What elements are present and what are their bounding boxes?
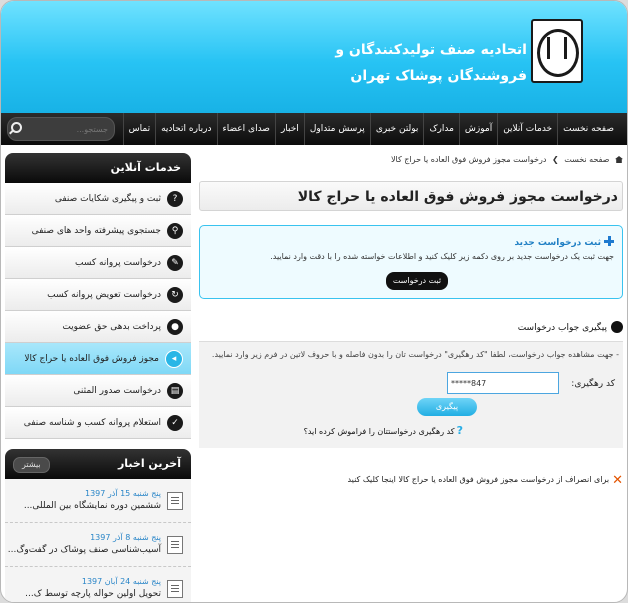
page-title: درخواست مجوز فروش فوق العاده یا حراج کال… [199, 181, 623, 211]
check-icon: ✓ [167, 414, 183, 431]
refresh-icon: ↻ [167, 286, 183, 303]
nav-items: صفحه نخست خدمات آنلاین آموزش مدارک بولتن… [122, 113, 619, 145]
news-date: پنج شنبه 8 آذر 1397 [90, 533, 161, 542]
document-icon [167, 579, 183, 598]
new-request-button[interactable]: ثبت درخواست [386, 272, 448, 290]
news-item[interactable]: پنج شنبه 8 آذر 1397 آسیب‌شناسی صنف پوشاک… [5, 523, 191, 567]
site-title: اتحادیه صنف تولیدکنندگان و فروشندگان پوش… [267, 37, 527, 89]
news-headline[interactable]: تحویل اولین حواله پارچه توسط ک... [25, 588, 161, 601]
nav-item-bulletin[interactable]: بولتن خبری [369, 113, 424, 145]
nav-item-about[interactable]: درباره اتحادیه [155, 113, 216, 145]
nav-item-faq[interactable]: پرسش متداول [303, 113, 370, 145]
plus-icon [604, 236, 614, 246]
document-icon [167, 491, 183, 510]
tracking-code-label: کد رهگیری: [571, 379, 615, 389]
track-panel: - جهت مشاهده جواب درخواست، لطفا "کد رهگی… [199, 341, 623, 448]
site-title-line2: فروشندگان پوشاک تهران [350, 68, 527, 84]
sidebar: خدمات آنلاین ? ثبت و پیگیری شکایات صنفی … [5, 153, 191, 602]
question-icon: ? [456, 424, 463, 437]
new-request-description: جهت ثبت یک درخواست جدید بر روی دکمه زیر … [270, 252, 614, 261]
nav-item-education[interactable]: آموزش [458, 113, 497, 145]
nav-item-members-voice[interactable]: صدای اعضاء [216, 113, 275, 145]
forgot-code-text: کد رهگیری درخواستتان را فراموش کرده اید؟ [303, 427, 455, 436]
news-headline[interactable]: ششمین دوره نمایشگاه بین المللی... [24, 500, 161, 513]
service-advanced-search[interactable]: ⚲ جستجوی پیشرفته واحد های صنفی [5, 215, 191, 247]
news-date: پنج شنبه 15 آذر 1397 [85, 489, 161, 498]
service-license-request[interactable]: ✎ درخواست پروانه کسب [5, 247, 191, 279]
logo-mark [547, 37, 567, 59]
nav-item-news[interactable]: اخبار [274, 113, 304, 145]
site-header: اتحادیه صنف تولیدکنندگان و فروشندگان پوش… [1, 1, 627, 113]
new-request-panel: ثبت درخواست جدید جهت ثبت یک درخواست جدید… [199, 225, 623, 299]
news-text: پنج شنبه 8 آذر 1397 آسیب‌شناسی صنف پوشاک… [8, 532, 161, 557]
service-label: پرداخت بدهی حق عضویت [62, 321, 161, 332]
new-request-heading-text: ثبت درخواست جدید [514, 238, 601, 248]
new-request-heading: ثبت درخواست جدید [514, 236, 614, 248]
service-label: درخواست صدور المثنی [73, 385, 161, 396]
pencil-icon: ✎ [167, 254, 183, 271]
speaker-icon [611, 321, 623, 333]
services-title: خدمات آنلاین [5, 153, 191, 183]
close-icon: ✕ [612, 473, 623, 488]
cancel-request-link[interactable]: ✕برای انصراف از درخواست مجوز فروش فوق ال… [347, 473, 623, 488]
search-box [7, 117, 115, 141]
nav-item-documents[interactable]: مدارک [423, 113, 458, 145]
track-button[interactable]: پیگیری [417, 398, 477, 416]
service-label: درخواست پروانه کسب [75, 257, 161, 268]
service-label: ثبت و پیگیری شکایات صنفی [54, 193, 161, 204]
news-list: پنج شنبه 15 آذر 1397 ششمین دوره نمایشگاه… [5, 479, 191, 602]
track-heading-text: پیگیری جواب درخواست [517, 323, 607, 333]
service-license-renewal[interactable]: ↻ درخواست تعویض پروانه کسب [5, 279, 191, 311]
service-label: جستجوی پیشرفته واحد های صنفی [31, 225, 161, 236]
service-sale-permit[interactable]: ◂ مجوز فروش فوق العاده یا حراج کالا [5, 343, 191, 375]
document-icon [167, 535, 183, 554]
news-text: پنج شنبه 15 آذر 1397 ششمین دوره نمایشگاه… [24, 488, 161, 513]
speaker-icon: ◂ [165, 349, 183, 368]
breadcrumb-separator: ❯ [551, 155, 559, 164]
service-label: درخواست تعویض پروانه کسب [47, 289, 161, 300]
breadcrumb-current: درخواست مجوز فروش فوق العاده یا حراج کال… [390, 155, 547, 164]
news-item[interactable]: پنج شنبه 24 آبان 1397 تحویل اولین حواله … [5, 567, 191, 602]
users-icon: ● [167, 318, 183, 335]
track-heading: پیگیری جواب درخواست [518, 321, 623, 333]
breadcrumb-home[interactable]: صفحه نخست [564, 155, 609, 164]
tracking-code-input[interactable] [447, 372, 559, 394]
news-text: پنج شنبه 24 آبان 1397 تحویل اولین حواله … [25, 576, 161, 601]
document-icon: ▤ [167, 382, 183, 399]
search-input[interactable] [24, 120, 110, 138]
cancel-request-text: برای انصراف از درخواست مجوز فروش فوق الع… [347, 475, 610, 484]
nav-item-contact[interactable]: تماس [122, 113, 155, 145]
news-title-text: آخرین اخبار [117, 457, 181, 470]
news-headline[interactable]: آسیب‌شناسی صنف پوشاک در گفت‌وگ... [8, 544, 161, 557]
search-icon[interactable] [11, 122, 22, 133]
service-complaints[interactable]: ? ثبت و پیگیری شکایات صنفی [5, 183, 191, 215]
service-label: مجوز فروش فوق العاده یا حراج کالا [24, 353, 159, 364]
service-duplicate-issue[interactable]: ▤ درخواست صدور المثنی [5, 375, 191, 407]
news-more-button[interactable]: بیشتر [13, 457, 50, 473]
home-icon[interactable] [615, 156, 623, 163]
nav-item-online-services[interactable]: خدمات آنلاین [497, 113, 557, 145]
news-item[interactable]: پنج شنبه 15 آذر 1397 ششمین دوره نمایشگاه… [5, 479, 191, 523]
forgot-code-link[interactable]: ?کد رهگیری درخواستتان را فراموش کرده اید… [304, 424, 463, 437]
news-date: پنج شنبه 24 آبان 1397 [81, 577, 161, 586]
service-membership-payment[interactable]: ● پرداخت بدهی حق عضویت [5, 311, 191, 343]
page-frame: اتحادیه صنف تولیدکنندگان و فروشندگان پوش… [0, 0, 628, 603]
track-description: - جهت مشاهده جواب درخواست، لطفا "کد رهگی… [211, 350, 619, 359]
site-title-line1: اتحادیه صنف تولیدکنندگان و [335, 42, 527, 58]
nav-item-home[interactable]: صفحه نخست [557, 113, 619, 145]
guild-logo-icon[interactable] [531, 19, 583, 83]
search-icon: ⚲ [167, 222, 183, 239]
question-icon: ? [167, 190, 183, 207]
breadcrumb: صفحه نخست ❯ درخواست مجوز فروش فوق العاده… [391, 155, 623, 164]
service-license-inquiry[interactable]: ✓ استعلام پروانه کسب و شناسه صنفی [5, 407, 191, 439]
news-title: آخرین اخبار بیشتر [5, 449, 191, 479]
service-label: استعلام پروانه کسب و شناسه صنفی [23, 417, 161, 428]
